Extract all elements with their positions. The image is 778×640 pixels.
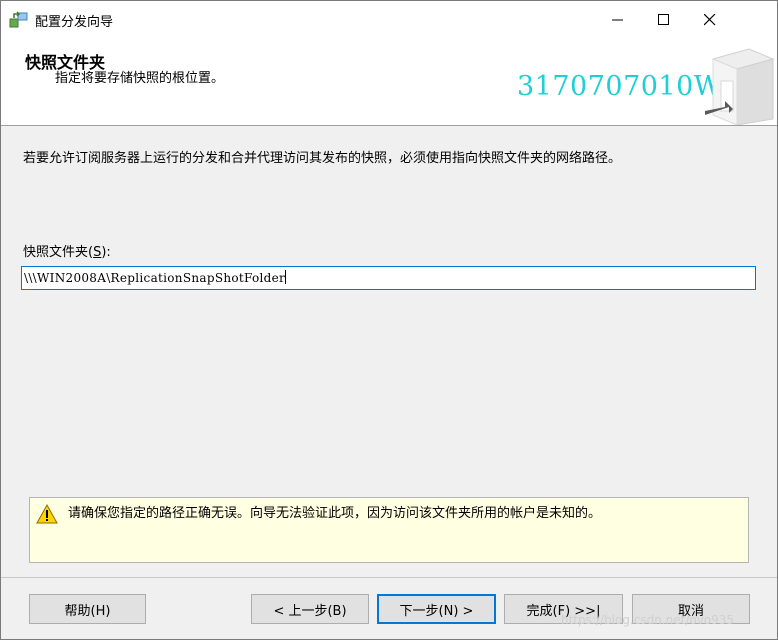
snapshot-folder-label: 快照文件夹(S): — [23, 245, 111, 260]
snapshot-folder-input[interactable]: \\\WIN2008A\ReplicationSnapShotFolder — [21, 266, 756, 290]
maximize-button[interactable] — [641, 1, 687, 39]
text-caret — [285, 270, 287, 284]
help-button[interactable]: 帮助(H) — [29, 594, 146, 624]
back-button[interactable]: < 上一步(B) — [251, 594, 369, 624]
footer-divider — [1, 577, 777, 578]
description-text: 若要允许订阅服务器上运行的分发和合并代理访问其发布的快照，必须使用指向快照文件夹… — [23, 151, 622, 166]
window-title: 配置分发向导 — [35, 15, 114, 30]
next-button[interactable]: 下一步(N) > — [377, 594, 496, 624]
wizard-app-icon — [9, 11, 29, 29]
close-button[interactable] — [687, 1, 733, 39]
snapshot-folder-value: \\\WIN2008A\ReplicationSnapShotFolder — [24, 271, 286, 285]
warning-box: 请确保您指定的路径正确无误。向导无法验证此项，因为访问该文件夹所用的帐户是未知的… — [29, 497, 749, 563]
watermark-text: https://blog.csdn.net/ovo935 — [561, 613, 735, 627]
wizard-banner-icon — [705, 48, 775, 125]
wizard-header: 快照文件夹 指定将要存储快照的根位置。 3170707010WDL — [1, 39, 777, 126]
wizard-window: 配置分发向导 快照文件夹 指定将要存储快照的根位置。 3170707010WDL — [0, 0, 778, 640]
warning-icon — [36, 504, 58, 524]
title-bar[interactable]: 配置分发向导 — [1, 1, 777, 39]
page-subtitle: 指定将要存储快照的根位置。 — [55, 71, 225, 86]
minimize-button[interactable] — [595, 1, 641, 39]
warning-text: 请确保您指定的路径正确无误。向导无法验证此项，因为访问该文件夹所用的帐户是未知的… — [68, 506, 602, 521]
maximize-icon — [658, 14, 669, 25]
minimize-icon — [612, 19, 623, 21]
close-icon — [704, 14, 716, 26]
